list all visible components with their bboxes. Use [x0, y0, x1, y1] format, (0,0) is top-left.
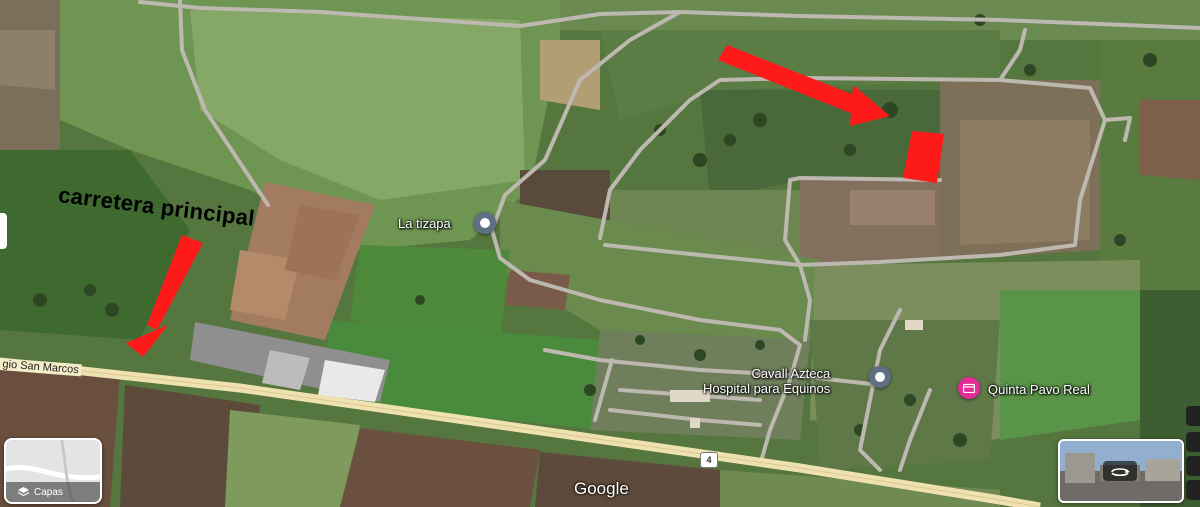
place-name: La tizapa: [398, 216, 451, 231]
layers-bar: Capas: [6, 482, 100, 502]
zoom-out-icon[interactable]: [1186, 456, 1200, 476]
event-venue-pin-icon[interactable]: [958, 377, 980, 399]
place-name: Quinta Pavo Real: [988, 382, 1090, 397]
pegman-icon[interactable]: [1186, 480, 1200, 500]
place-name-line-1: Cavall Azteca: [751, 366, 831, 381]
place-label-la-tizapa[interactable]: La tizapa: [398, 216, 451, 231]
pin-dot: [480, 218, 490, 228]
place-label-cavall-azteca[interactable]: Cavall Azteca Hospital para Equinos: [703, 366, 830, 396]
landmark-pin-icon[interactable]: [869, 366, 891, 388]
nav-control-icon[interactable]: [1186, 406, 1200, 426]
side-panel-toggle[interactable]: [0, 213, 7, 249]
place-name-line-2: Hospital para Equinos: [703, 381, 831, 396]
landmark-pin-icon[interactable]: [474, 212, 496, 234]
map-viewport[interactable]: carretera principal La tizapa Cavall Azt…: [0, 0, 1200, 507]
layers-label: Capas: [34, 486, 63, 498]
road-shield: 4: [700, 452, 718, 468]
calendar-icon: [963, 383, 975, 393]
satellite-imagery: [0, 0, 1200, 507]
street-view-thumbnail[interactable]: [1058, 439, 1184, 503]
rotate-360-icon: [1103, 461, 1137, 481]
pin-dot: [875, 372, 885, 382]
google-logo: Google: [574, 479, 629, 498]
layers-icon: [18, 487, 29, 497]
zoom-in-icon[interactable]: [1186, 432, 1200, 452]
place-label-quinta-pavo-real[interactable]: Quinta Pavo Real: [988, 382, 1090, 397]
layers-button[interactable]: Capas: [4, 438, 102, 504]
